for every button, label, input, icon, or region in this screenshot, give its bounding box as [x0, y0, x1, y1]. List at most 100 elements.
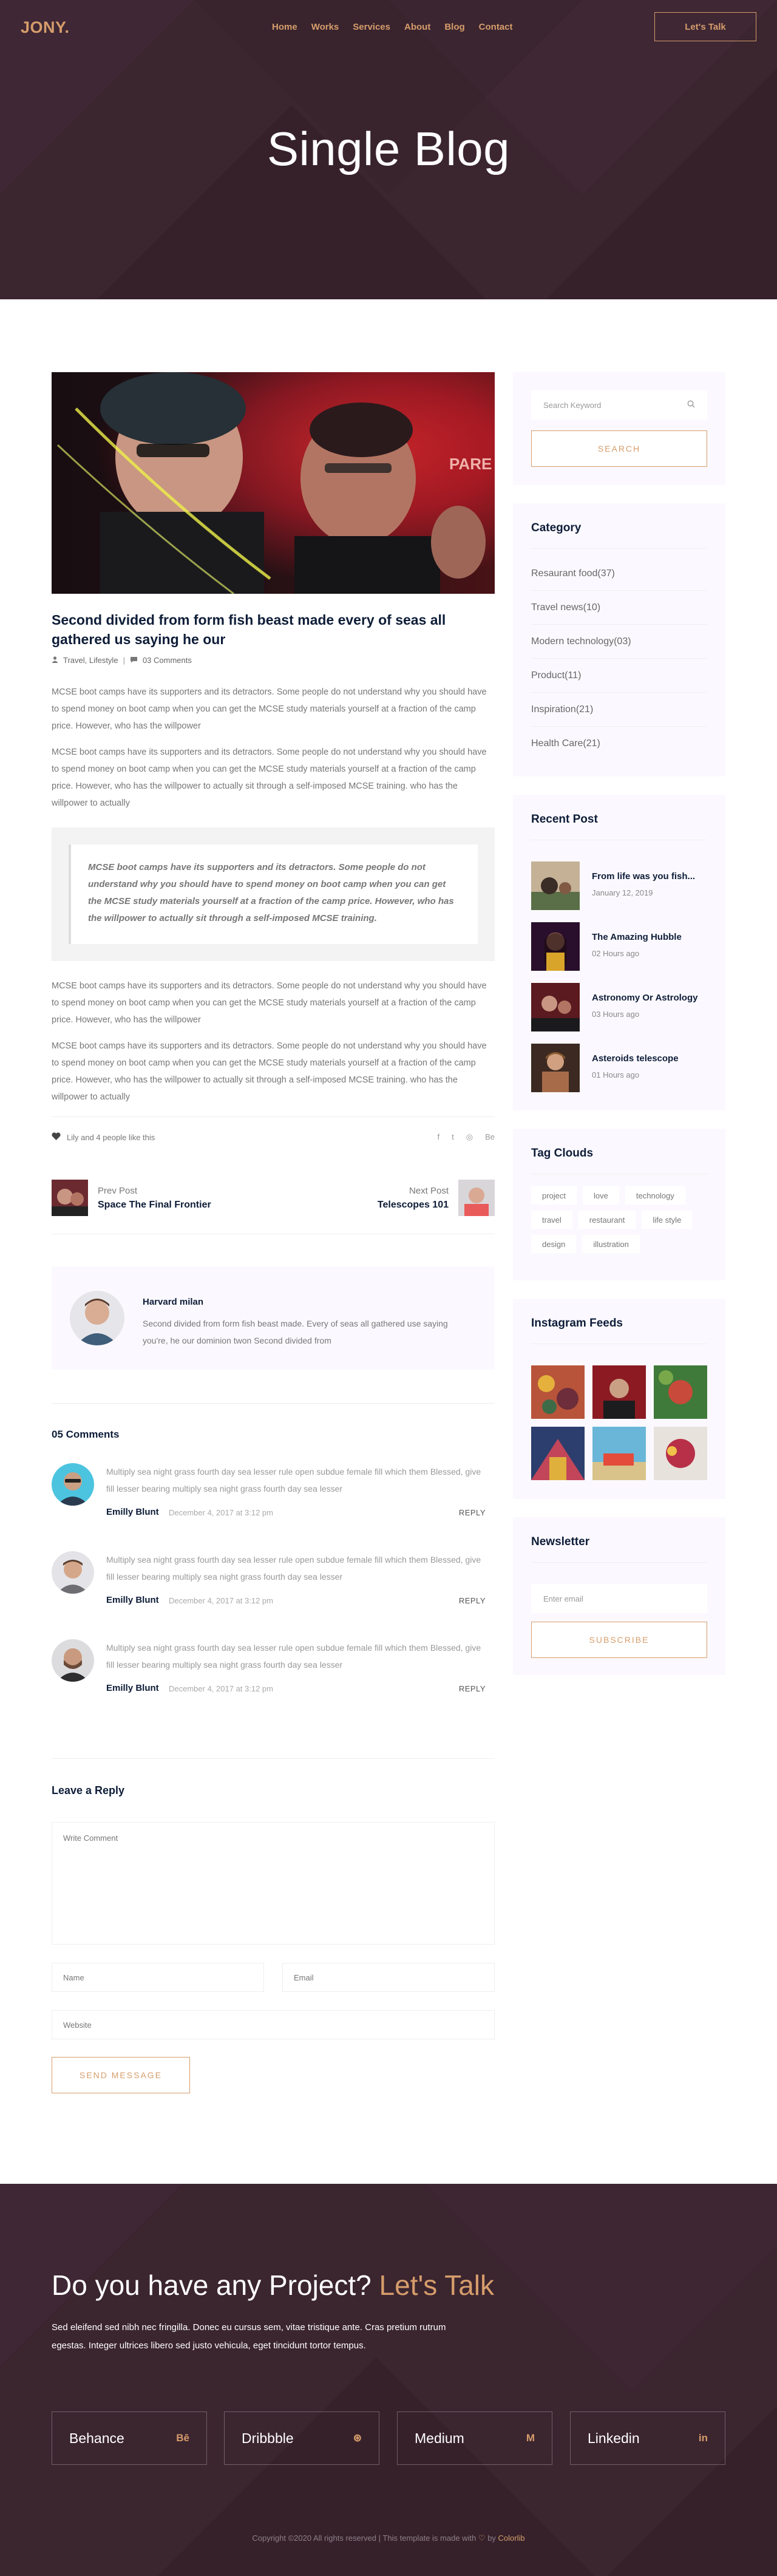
- heart-icon[interactable]: [52, 1132, 61, 1142]
- twitter-icon[interactable]: t: [452, 1132, 454, 1142]
- comment-date: December 4, 2017 at 3:12 pm: [169, 1684, 273, 1693]
- comment-author[interactable]: Emilly Blunt: [106, 1595, 159, 1605]
- share-links: f t ◎ Be: [438, 1132, 495, 1142]
- svg-text:PARE: PARE: [449, 455, 492, 473]
- post-categories[interactable]: Travel, Lifestyle: [63, 656, 118, 665]
- medium-link[interactable]: Medium M: [397, 2411, 552, 2465]
- main-menu: Home Works Services About Blog Contact: [272, 22, 513, 32]
- medium-icon: M: [526, 2432, 535, 2444]
- footer-heading-main: Do you have any Project?: [52, 2269, 379, 2301]
- category-item[interactable]: Modern technology(03): [531, 625, 707, 659]
- social-card-name: Medium: [415, 2430, 464, 2446]
- lets-talk-button[interactable]: Let's Talk: [654, 12, 756, 41]
- website-input[interactable]: [52, 2010, 495, 2039]
- reply-button[interactable]: REPLY: [459, 1684, 486, 1693]
- tag[interactable]: technology: [625, 1186, 685, 1205]
- menu-item-about[interactable]: About: [404, 22, 430, 32]
- recent-post-title[interactable]: From life was you fish...: [592, 871, 695, 882]
- comment-text: Multiply sea night grass fourth day sea …: [106, 1643, 481, 1670]
- newsletter-email-input[interactable]: Enter email: [531, 1584, 707, 1613]
- tag[interactable]: design: [531, 1235, 577, 1253]
- instagram-grid: [531, 1365, 707, 1480]
- recent-post-title[interactable]: Asteroids telescope: [592, 1053, 679, 1064]
- footer-heading-accent[interactable]: Let's Talk: [379, 2269, 494, 2301]
- divider: [52, 1403, 495, 1404]
- author-box: Harvard milan Second divided from form f…: [52, 1266, 495, 1370]
- recent-post[interactable]: From life was you fish... January 12, 20…: [531, 861, 707, 910]
- recent-post-title[interactable]: Astronomy Or Astrology: [592, 993, 697, 1003]
- behance-link[interactable]: Behance Bē: [52, 2411, 207, 2465]
- comment-text: Multiply sea night grass fourth day sea …: [106, 1555, 481, 1582]
- comment-textarea[interactable]: [52, 1822, 495, 1945]
- category-item[interactable]: Resaurant food(37): [531, 557, 707, 591]
- comment-text: Multiply sea night grass fourth day sea …: [106, 1467, 481, 1494]
- dribbble-icon: ⊛: [353, 2432, 362, 2444]
- menu-item-services[interactable]: Services: [353, 22, 390, 32]
- post-comments-count[interactable]: 03 Comments: [143, 656, 192, 665]
- user-icon: [52, 656, 58, 665]
- colorlib-link[interactable]: Colorlib: [498, 2534, 525, 2543]
- author-name[interactable]: Harvard milan: [143, 1297, 203, 1307]
- linkedin-link[interactable]: Linkedin in: [570, 2411, 725, 2465]
- instagram-photo[interactable]: [654, 1427, 707, 1480]
- instagram-photo[interactable]: [531, 1427, 585, 1480]
- comment-author[interactable]: Emilly Blunt: [106, 1507, 159, 1517]
- recent-post-title[interactable]: The Amazing Hubble: [592, 932, 682, 942]
- next-post-label: Next Post: [409, 1185, 449, 1196]
- instagram-photo[interactable]: [592, 1427, 646, 1480]
- search-icon[interactable]: [687, 400, 695, 410]
- likes: Lily and 4 people like this: [52, 1132, 155, 1142]
- logo[interactable]: JONY.: [21, 18, 70, 37]
- next-post-link[interactable]: Next Post Telescopes 101: [378, 1180, 495, 1216]
- search-input[interactable]: Search Keyword: [531, 390, 707, 420]
- recent-post[interactable]: The Amazing Hubble 02 Hours ago: [531, 922, 707, 971]
- comment-author[interactable]: Emilly Blunt: [106, 1683, 159, 1693]
- social-card-name: Linkedin: [588, 2430, 640, 2446]
- tag[interactable]: travel: [531, 1211, 572, 1229]
- prev-post-title[interactable]: Space The Final Frontier: [98, 1200, 211, 1211]
- copyright: Copyright ©2020 All rights reserved | Th…: [0, 2534, 777, 2543]
- recent-post[interactable]: Asteroids telescope 01 Hours ago: [531, 1044, 707, 1092]
- category-item[interactable]: Inspiration(21): [531, 693, 707, 727]
- send-message-button[interactable]: SEND MESSAGE: [52, 2057, 190, 2093]
- recent-posts-widget: Recent Post From life was you fish... Ja…: [513, 795, 725, 1110]
- post-paragraph: MCSE boot camps have its supporters and …: [52, 1041, 487, 1102]
- facebook-icon[interactable]: f: [438, 1132, 440, 1142]
- category-item[interactable]: Health Care(21): [531, 727, 707, 761]
- blockquote-text: MCSE boot camps have its supporters and …: [69, 845, 478, 944]
- hero-section: JONY. Home Works Services About Blog Con…: [0, 0, 777, 299]
- behance-icon[interactable]: Be: [485, 1132, 495, 1142]
- instagram-photo[interactable]: [592, 1365, 646, 1419]
- menu-item-works[interactable]: Works: [311, 22, 339, 32]
- instagram-photo[interactable]: [531, 1365, 585, 1419]
- widget-title: Recent Post: [531, 813, 598, 826]
- email-input[interactable]: [282, 1963, 495, 1992]
- menu-item-home[interactable]: Home: [272, 22, 297, 32]
- widget-title: Tag Clouds: [531, 1147, 594, 1160]
- prev-post-link[interactable]: Prev Post Space The Final Frontier: [52, 1180, 211, 1216]
- next-post-title[interactable]: Telescopes 101: [378, 1200, 449, 1211]
- recent-post[interactable]: Astronomy Or Astrology 03 Hours ago: [531, 983, 707, 1031]
- reply-button[interactable]: REPLY: [459, 1508, 486, 1517]
- subscribe-button[interactable]: SUBSCRIBE: [531, 1622, 707, 1658]
- menu-item-contact[interactable]: Contact: [479, 22, 513, 32]
- tag[interactable]: illustration: [582, 1235, 640, 1253]
- tag[interactable]: restaurant: [578, 1211, 636, 1229]
- name-input[interactable]: [52, 1963, 264, 1992]
- tag[interactable]: love: [583, 1186, 619, 1205]
- tag[interactable]: project: [531, 1186, 577, 1205]
- dribbble-icon[interactable]: ◎: [466, 1132, 473, 1142]
- instagram-photo[interactable]: [654, 1365, 707, 1419]
- author-bio: Second divided from form fish beast made…: [143, 1319, 448, 1345]
- tag[interactable]: life style: [642, 1211, 693, 1229]
- meta-separator: |: [123, 656, 125, 665]
- category-item[interactable]: Product(11): [531, 659, 707, 693]
- main-content: PARE Second divided from form fish beast…: [0, 299, 777, 2184]
- menu-item-blog[interactable]: Blog: [444, 22, 464, 32]
- category-item[interactable]: Travel news(10): [531, 591, 707, 625]
- prev-post-thumbnail: [52, 1180, 88, 1216]
- reply-button[interactable]: REPLY: [459, 1596, 486, 1605]
- search-button[interactable]: SEARCH: [531, 430, 707, 467]
- dribbble-link[interactable]: Dribbble ⊛: [224, 2411, 379, 2465]
- recent-post-thumbnail: [531, 1044, 580, 1092]
